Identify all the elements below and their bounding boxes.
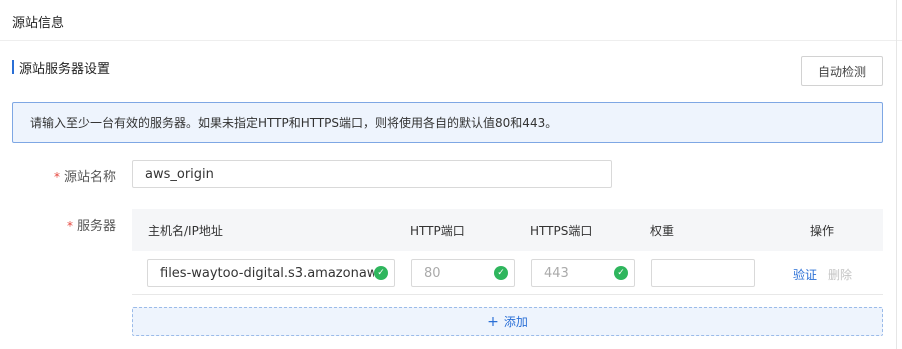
host-input[interactable]: files-waytoo-digital.s3.amazonaws.c ✓ — [147, 259, 395, 287]
table-header: 主机名/IP地址 HTTP端口 HTTPS端口 权重 操作 — [132, 209, 883, 251]
http-port-input[interactable]: 80 ✓ — [411, 259, 515, 287]
add-server-label: 添加 — [503, 315, 528, 329]
required-mark: * — [53, 170, 60, 184]
check-circle-icon: ✓ — [614, 266, 628, 280]
check-circle-icon: ✓ — [494, 266, 508, 280]
scrollbar-edge — [896, 0, 897, 349]
subsection-title: 源站服务器设置 — [19, 61, 111, 77]
auto-detect-button[interactable]: 自动检测 — [801, 56, 883, 86]
header-https-port: HTTPS端口 — [530, 224, 593, 238]
header-weight: 权重 — [650, 224, 675, 238]
host-value: files-waytoo-digital.s3.amazonaws.c — [160, 265, 374, 281]
add-server-button[interactable]: + 添加 — [132, 307, 883, 336]
verify-link[interactable]: 验证 — [793, 266, 817, 283]
subsection-accent-bar — [12, 60, 14, 74]
subsection-header: 源站服务器设置 — [12, 59, 111, 77]
delete-link[interactable]: 删除 — [828, 266, 852, 283]
notice-text: 请输入至少一台有效的服务器。如果未指定HTTP和HTTPS端口，则将使用各自的默… — [30, 116, 558, 130]
required-mark: * — [66, 219, 73, 233]
https-port-input[interactable]: 443 ✓ — [531, 259, 635, 287]
divider — [0, 40, 902, 41]
info-notice: 请输入至少一台有效的服务器。如果未指定HTTP和HTTPS端口，则将使用各自的默… — [12, 102, 883, 143]
https-port-value: 443 — [544, 265, 569, 281]
header-host: 主机名/IP地址 — [148, 224, 223, 238]
section-title: 源站信息 — [12, 16, 65, 31]
servers-label-text: 服务器 — [76, 219, 116, 234]
origin-name-label-text: 源站名称 — [63, 170, 116, 185]
origin-name-label: * 源站名称 — [20, 166, 116, 185]
origin-name-input[interactable]: aws_origin — [132, 160, 612, 188]
weight-input[interactable] — [651, 259, 755, 287]
header-operations: 操作 — [810, 224, 835, 238]
servers-table: 主机名/IP地址 HTTP端口 HTTPS端口 权重 操作 files-wayt… — [132, 209, 883, 336]
header-http-port: HTTP端口 — [410, 224, 465, 238]
servers-label: * 服务器 — [20, 215, 116, 234]
http-port-value: 80 — [424, 265, 441, 281]
origin-name-value: aws_origin — [145, 166, 214, 182]
table-row: files-waytoo-digital.s3.amazonaws.c ✓ 80… — [132, 251, 883, 295]
plus-icon: + — [487, 313, 499, 330]
check-circle-icon: ✓ — [374, 266, 388, 280]
